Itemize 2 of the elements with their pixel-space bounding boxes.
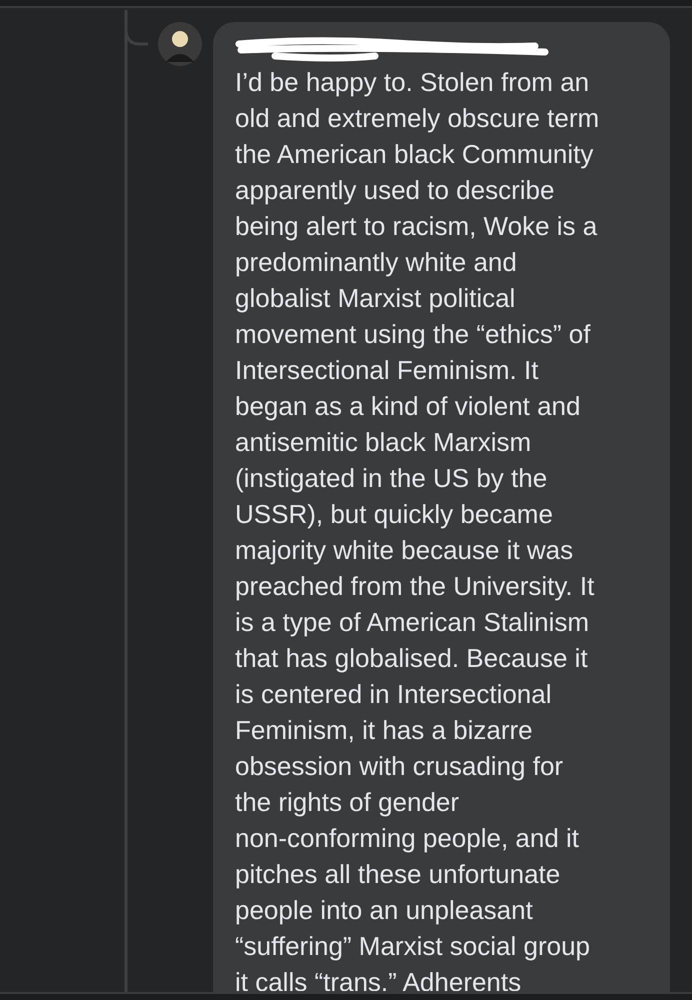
avatar[interactable] bbox=[158, 22, 202, 66]
comment-text: I’d be happy to. Stolen from an old and extremely obscure term the American black Community apparently used to describe being alert to racism, Woke is a predominantly white and globalist Marxist political movement using the “ethics” of Intersectional Feminism. It began as a kind of violent and antisemitic black Marxism (instigated in the US by the USSR), but quickly became majority white because it was preached from the University. It is a type of American Stalinism that has globalised. Because it is centered in Intersectional Feminism, it has a bizarre obsession with crusading for the rights of gender non-conforming people, and it pitches all these unfortunate people into an unpleasant “suffering” Marxist social group it calls “trans.” Adherents bbox=[235, 66, 600, 991]
